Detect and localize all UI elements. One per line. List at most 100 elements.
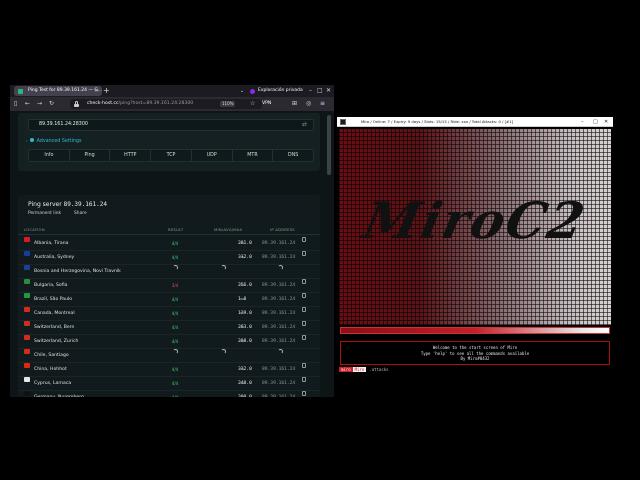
prompt-host: Miro xyxy=(352,367,367,372)
loading-spinner-icon xyxy=(278,265,283,270)
results-table-header: LOCATION RESULT MIN/AVG/MAX IP ADDRESS xyxy=(18,225,320,235)
close-window-icon[interactable]: ✕ xyxy=(326,85,331,97)
row-location: Brazil, São Paulo xyxy=(34,297,73,302)
sidebar-toggle-icon[interactable]: ▯ xyxy=(14,97,17,111)
zoom-level-button[interactable]: 110% xyxy=(220,101,236,107)
tab-udp[interactable]: UDP xyxy=(192,150,233,161)
back-icon[interactable]: ← xyxy=(25,97,30,111)
tab-dns[interactable]: DNS xyxy=(273,150,313,161)
header-location: LOCATION xyxy=(24,227,45,232)
table-row: Chile, Santiago xyxy=(18,349,320,363)
terminal-window: Miro / Online: 7 / Expiry: 9 days / Slot… xyxy=(337,117,613,377)
menu-icon[interactable]: ≡ xyxy=(320,97,325,111)
row-ip: 89.39.161.24 xyxy=(262,381,296,386)
row-result: 4/4 xyxy=(169,391,181,397)
minimize-icon[interactable]: – xyxy=(581,117,584,127)
page-scrollbar[interactable] xyxy=(327,115,331,175)
copy-icon[interactable] xyxy=(302,391,306,396)
close-tab-icon[interactable]: ✕ xyxy=(95,86,99,96)
share-link[interactable]: Share xyxy=(74,211,87,217)
copy-icon[interactable] xyxy=(302,293,306,298)
new-tab-button[interactable]: + xyxy=(103,85,110,97)
forward-icon[interactable]: → xyxy=(37,97,42,111)
author-line: By Miro#0432 xyxy=(460,356,490,361)
copy-icon[interactable] xyxy=(302,237,306,242)
table-row: China, Hohhot 4/4 332.0 ms 89.39.161.24 xyxy=(18,363,320,377)
minimize-icon[interactable]: – xyxy=(309,85,312,97)
tab-mtr[interactable]: MTR xyxy=(233,150,274,161)
copy-icon[interactable] xyxy=(302,363,306,368)
bookmark-star-icon[interactable]: ☆ xyxy=(250,99,255,109)
close-window-icon[interactable]: ✕ xyxy=(604,117,608,127)
country-flag-icon xyxy=(24,279,30,284)
check-form-card: 89.39.161.24:28300 ⇄ › Advanced Settings … xyxy=(18,113,320,171)
row-ip: 89.39.161.24 xyxy=(262,255,296,260)
country-flag-icon xyxy=(24,307,30,312)
url-text: check-host.cc/ping?host=89.39.161.24:283… xyxy=(87,99,193,109)
table-row: Brazil, São Paulo 4/4 1.0 ms 89.39.161.24 xyxy=(18,293,320,307)
copy-icon[interactable] xyxy=(302,251,306,256)
row-rtt-unit: ms xyxy=(240,283,245,287)
advanced-settings-toggle[interactable]: › Advanced Settings xyxy=(26,137,82,146)
vpn-label: VPN xyxy=(262,101,272,106)
url-host: check-host.cc xyxy=(87,101,119,106)
private-mask-icon xyxy=(250,88,255,94)
row-rtt-unit: ms xyxy=(240,367,245,371)
row-result: 4/4 xyxy=(171,255,179,260)
row-location: Bulgaria, Sofia xyxy=(34,283,68,288)
copy-icon[interactable] xyxy=(302,377,306,382)
copy-icon[interactable] xyxy=(302,307,306,312)
copy-icon[interactable] xyxy=(302,335,306,340)
table-row: Australia, Sydney 4/4 312.0 ms 89.39.161.24 xyxy=(18,251,320,265)
reload-icon[interactable]: ↻ xyxy=(49,97,54,111)
row-location: Albania, Tirana xyxy=(34,241,69,246)
ping-ip: 89.39.161.24 xyxy=(63,201,107,208)
copy-icon[interactable] xyxy=(302,279,306,284)
command-prompt[interactable]: miro Miro .attacks xyxy=(339,367,389,373)
row-result: 4/4 xyxy=(171,367,179,372)
tab-ping[interactable]: Ping xyxy=(70,150,111,161)
row-location: Australia, Sydney xyxy=(34,255,75,260)
row-result: 4/4 xyxy=(171,381,179,386)
page-content: 89.39.161.24:28300 ⇄ › Advanced Settings … xyxy=(10,111,334,397)
copy-icon[interactable] xyxy=(302,321,306,326)
loading-bar xyxy=(340,327,610,334)
vpn-button[interactable]: VPN xyxy=(262,99,271,109)
row-ip: 89.39.161.24 xyxy=(262,339,296,344)
refresh-icon[interactable]: ⇄ xyxy=(302,120,307,130)
address-bar[interactable]: check-host.cc/ping?host=89.39.161.24:283… xyxy=(70,99,262,109)
maximize-icon[interactable]: □ xyxy=(317,85,323,97)
country-flag-icon xyxy=(24,237,30,242)
loading-spinner-icon xyxy=(173,265,178,270)
country-flag-icon xyxy=(24,349,30,354)
table-row: Bulgaria, Sofia 3/4 256.0 ms 89.39.161.24 xyxy=(18,279,320,293)
permanent-link[interactable]: Permanent link xyxy=(28,211,61,217)
country-flag-icon xyxy=(24,363,30,368)
extensions-icon[interactable]: ⊞ xyxy=(292,97,297,111)
check-type-tabs: Info Ping HTTP TCP UDP MTR DNS xyxy=(28,149,314,162)
url-path: /ping?host=89.39.161.24:28300 xyxy=(118,101,194,106)
table-row: Cyprus, Larnaca 4/4 248.0 ms 89.39.161.24 xyxy=(18,377,320,391)
browser-window: Ping Test for 89.39.161.24 — C… ✕ + ⌄ Ex… xyxy=(10,85,334,397)
row-rtt-unit: ms xyxy=(240,255,245,259)
tab-http[interactable]: HTTP xyxy=(110,150,152,161)
lock-icon[interactable] xyxy=(74,101,79,107)
row-ip: 89.39.161.24 xyxy=(262,325,296,330)
tab-list-icon[interactable]: ⌄ xyxy=(240,85,244,97)
row-location: China, Hohhot xyxy=(34,367,67,372)
row-ip: 89.39.161.24 xyxy=(262,311,296,316)
country-flag-icon xyxy=(24,293,30,298)
loading-spinner-icon xyxy=(278,349,283,354)
country-flag-icon xyxy=(24,335,30,340)
tab-tcp[interactable]: TCP xyxy=(151,150,192,161)
maximize-icon[interactable]: □ xyxy=(593,117,598,127)
row-rtt-unit: ms xyxy=(240,325,245,329)
tab-info[interactable]: Info xyxy=(29,150,70,161)
table-row: Albania, Tirana 4/4 281.0 ms 89.39.161.24 xyxy=(18,237,320,251)
row-location: Bosnia and Herzegovina, Novi Travnik xyxy=(34,269,121,274)
host-input[interactable]: 89.39.161.24:28300 ⇄ xyxy=(28,119,314,131)
tab-ping-test[interactable]: Ping Test for 89.39.161.24 — C… ✕ xyxy=(14,86,102,96)
account-icon[interactable]: ◎ xyxy=(306,97,311,111)
row-rtt-unit: ms xyxy=(240,297,245,301)
row-rtt-unit: ms xyxy=(240,395,245,397)
